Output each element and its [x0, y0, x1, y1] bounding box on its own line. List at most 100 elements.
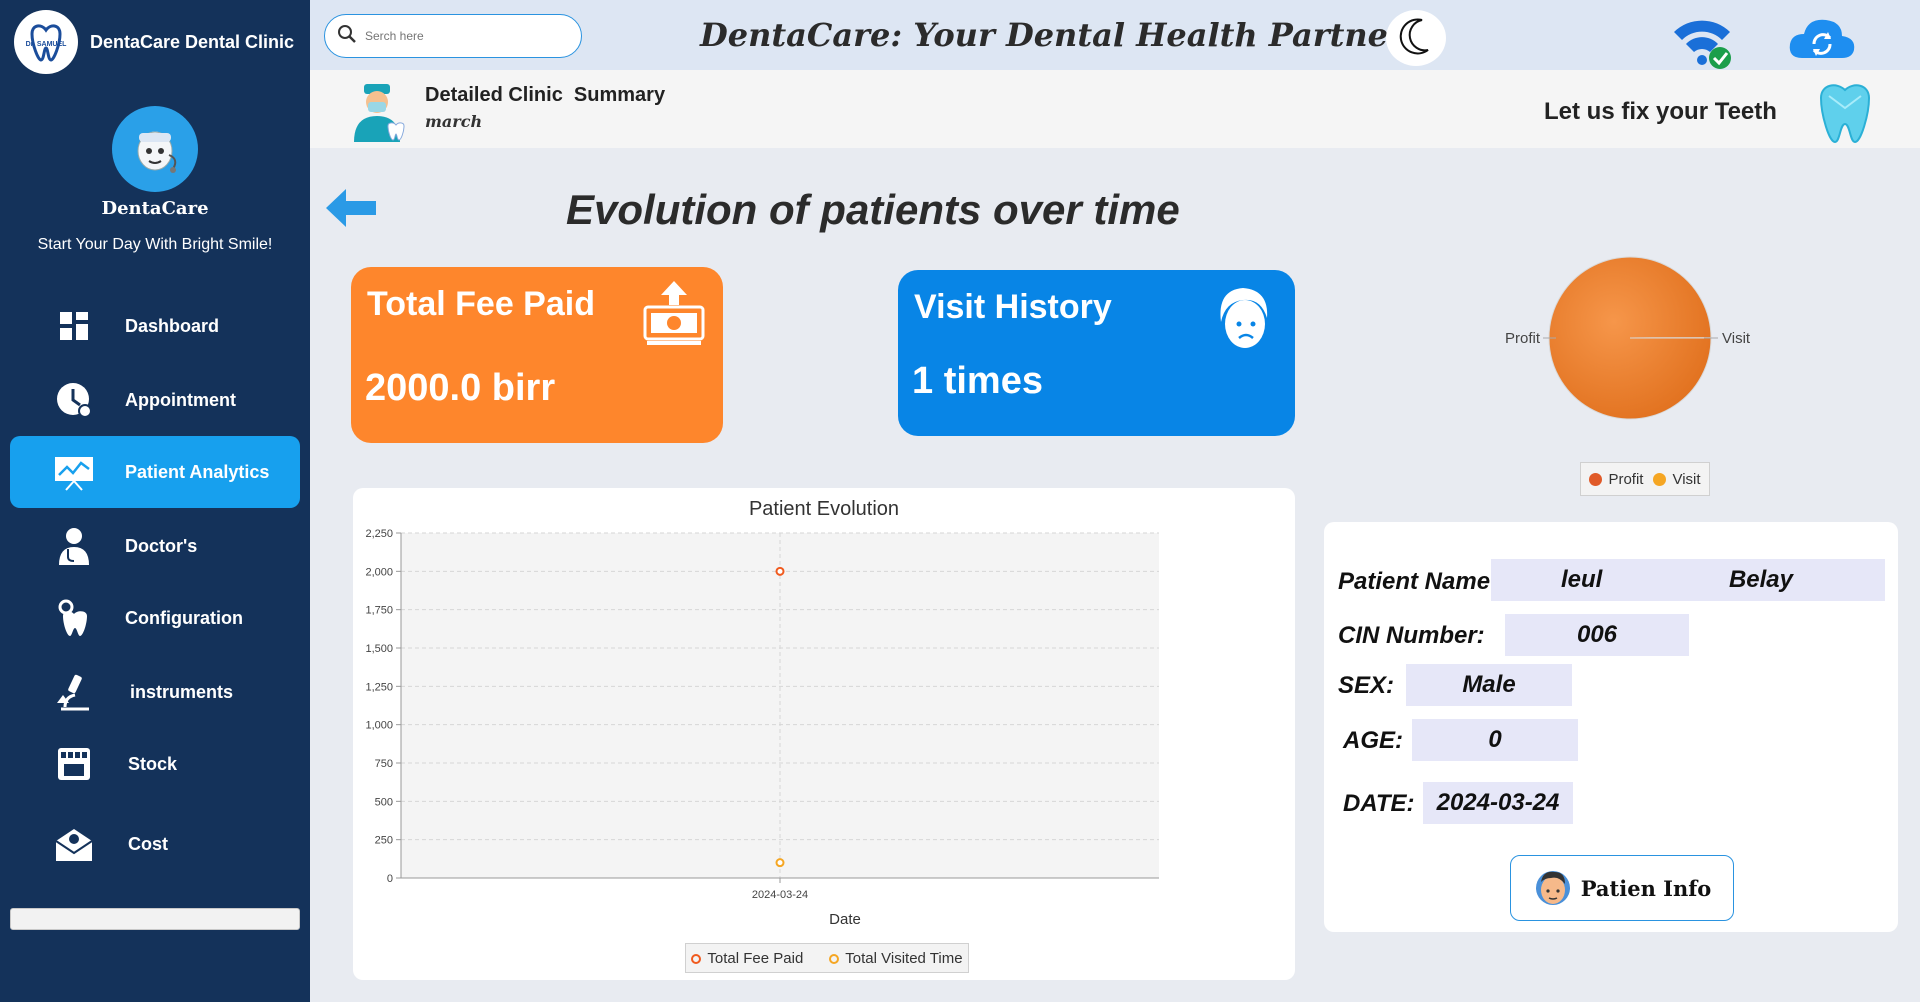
y-tick-label: 1,000 [365, 720, 393, 732]
app-title: DentaCare: Your Dental Health Partner [700, 16, 1405, 54]
patient-name-value: leul Belay [1491, 559, 1885, 601]
search-icon [337, 24, 357, 49]
patient-info-button-label: Patien Info [1580, 875, 1712, 901]
nav-label: Stock [128, 753, 178, 774]
profit-visit-pie-chart: Profit Visit [1470, 230, 1790, 450]
legend-marker-visit [1653, 472, 1667, 486]
sex-value: Male [1406, 664, 1572, 706]
nav-label: Configuration [125, 607, 243, 628]
nav-label: Doctor's [125, 535, 198, 556]
profile-tagline: Start Your Day With Bright Smile! [37, 236, 273, 253]
profile-avatar[interactable] [112, 106, 198, 192]
y-tick-label: 750 [375, 758, 393, 770]
card-value: 1 times [912, 360, 1043, 402]
cin-label: CIN Number: [1338, 622, 1485, 649]
patient-evolution-svg: 0 250 500 750 1,000 1,250 1,500 1,750 2,000 2,250… [365, 528, 1159, 928]
legend-marker-profit [1589, 472, 1603, 486]
y-tick-label: 2,250 [365, 528, 393, 540]
pie-label-visit: Visit [1722, 330, 1751, 347]
patient-last-name: Belay [1728, 566, 1793, 593]
sex-label: SEX: [1338, 672, 1395, 699]
nav-label: Patient Analytics [125, 461, 270, 482]
legend-label-visits: Total Visited Time [845, 949, 963, 967]
patient-face-icon [1211, 282, 1281, 352]
nav-label: Dashboard [125, 315, 220, 336]
date-value: 2024-03-24 [1423, 782, 1573, 824]
legend-item-visits: Total Visited Time [829, 949, 963, 967]
brand: Dr. SAMUEL DentaCare Dental Clinic [14, 10, 294, 74]
y-tick-label: 500 [375, 796, 393, 808]
clinic-logo: Dr. SAMUEL [14, 10, 78, 74]
x-tick-label: 2024-03-24 [752, 889, 808, 901]
summary-title: Detailed Clinic Summary [425, 84, 666, 106]
card-title: Visit History [914, 288, 1112, 326]
cloud-sync-button[interactable] [1786, 14, 1858, 62]
x-axis-label: Date [829, 911, 861, 928]
slogan: Let us fix your Teeth [1544, 98, 1777, 125]
tooth-icon [1815, 80, 1875, 144]
y-tick-label: 2,000 [365, 566, 393, 578]
legend-item-fee: Total Fee Paid [691, 950, 803, 967]
nav-item-instruments[interactable]: instruments [10, 656, 300, 728]
nav-item-patient-analytics[interactable]: Patient Analytics [10, 436, 300, 508]
nav-item-appointment[interactable]: Appointment [10, 364, 300, 436]
nav-label: Appointment [125, 389, 236, 410]
page-title: Evolution of patients over time [566, 186, 1180, 233]
card-value: 2000.0 birr [365, 367, 556, 409]
arrow-left-icon [322, 189, 380, 235]
microscope-icon [54, 672, 94, 712]
dentist-icon [350, 82, 406, 142]
doctor-icon [54, 526, 94, 566]
cloud-sync-icon [1786, 19, 1858, 66]
patient-avatar-icon [1533, 864, 1573, 913]
y-tick-label: 1,750 [365, 605, 393, 617]
store-icon [54, 744, 94, 784]
summary-header: Detailed Clinic Summary march Let us fix… [310, 70, 1920, 148]
search-input[interactable] [365, 29, 565, 43]
nav-item-cost[interactable]: Cost [10, 808, 300, 880]
patient-first-name: leul [1561, 566, 1603, 593]
legend-marker-visits [829, 953, 840, 964]
legend-marker-fee [691, 953, 702, 964]
nav-item-doctors[interactable]: Doctor's [10, 510, 300, 582]
chart-legend: Total Fee Paid Total Visited Time [685, 943, 969, 973]
nav-label: instruments [130, 681, 234, 702]
clock-icon [54, 380, 94, 420]
pie-label-profit: Profit [1505, 330, 1541, 347]
legend-label-fee: Total Fee Paid [707, 949, 804, 967]
data-point-total-visited-time[interactable] [775, 858, 785, 868]
nav-item-configuration[interactable]: Configuration [10, 582, 300, 654]
patient-name-label: Patient Name: [1338, 568, 1499, 595]
theme-toggle-button[interactable] [1386, 10, 1446, 66]
nav-item-dashboard[interactable]: Dashboard [10, 290, 300, 362]
top-header: DentaCare: Your Dental Health Partner [310, 0, 1920, 70]
y-tick-label: 1,500 [365, 643, 393, 655]
sidebar-progress-bar [10, 908, 300, 930]
legend-label-profit: Profit [1608, 470, 1644, 488]
clinic-name: DentaCare Dental Clinic [90, 31, 295, 52]
nav-item-stock[interactable]: Stock [10, 728, 300, 800]
data-point-total-fee-paid[interactable] [775, 566, 785, 576]
y-tick-label: 250 [375, 835, 393, 847]
search-box[interactable] [324, 14, 582, 58]
y-tick-label: 1,250 [365, 681, 393, 693]
back-button[interactable] [322, 185, 380, 231]
money-upload-icon [639, 279, 709, 349]
total-fee-card: Total Fee Paid 2000.0 birr [351, 267, 723, 443]
y-tick-label: 0 [387, 873, 393, 885]
patient-info-button[interactable]: Patien Info [1510, 855, 1734, 921]
profile-name: DentaCare [101, 198, 209, 219]
svg-text:Dr. SAMUEL: Dr. SAMUEL [26, 41, 68, 48]
chart-title: Patient Evolution [748, 498, 900, 520]
nav-label: Cost [128, 833, 168, 854]
card-title: Total Fee Paid [367, 285, 595, 323]
sidebar: Dr. SAMUEL DentaCare Dental Clinic Denta… [0, 0, 310, 1002]
legend-label-visit: Visit [1672, 470, 1701, 488]
patient-info-card: Patient Name: leul Belay CIN Number: 006… [1324, 522, 1898, 932]
dashboard-icon [54, 306, 94, 346]
cin-value: 006 [1505, 614, 1689, 656]
age-label: AGE: [1343, 727, 1403, 754]
patient-evolution-chart: 0 250 500 750 1,000 1,250 1,500 1,750 2,000 2,250… [353, 488, 1295, 980]
summary-month: march [425, 112, 483, 131]
age-value: 0 [1412, 719, 1578, 761]
